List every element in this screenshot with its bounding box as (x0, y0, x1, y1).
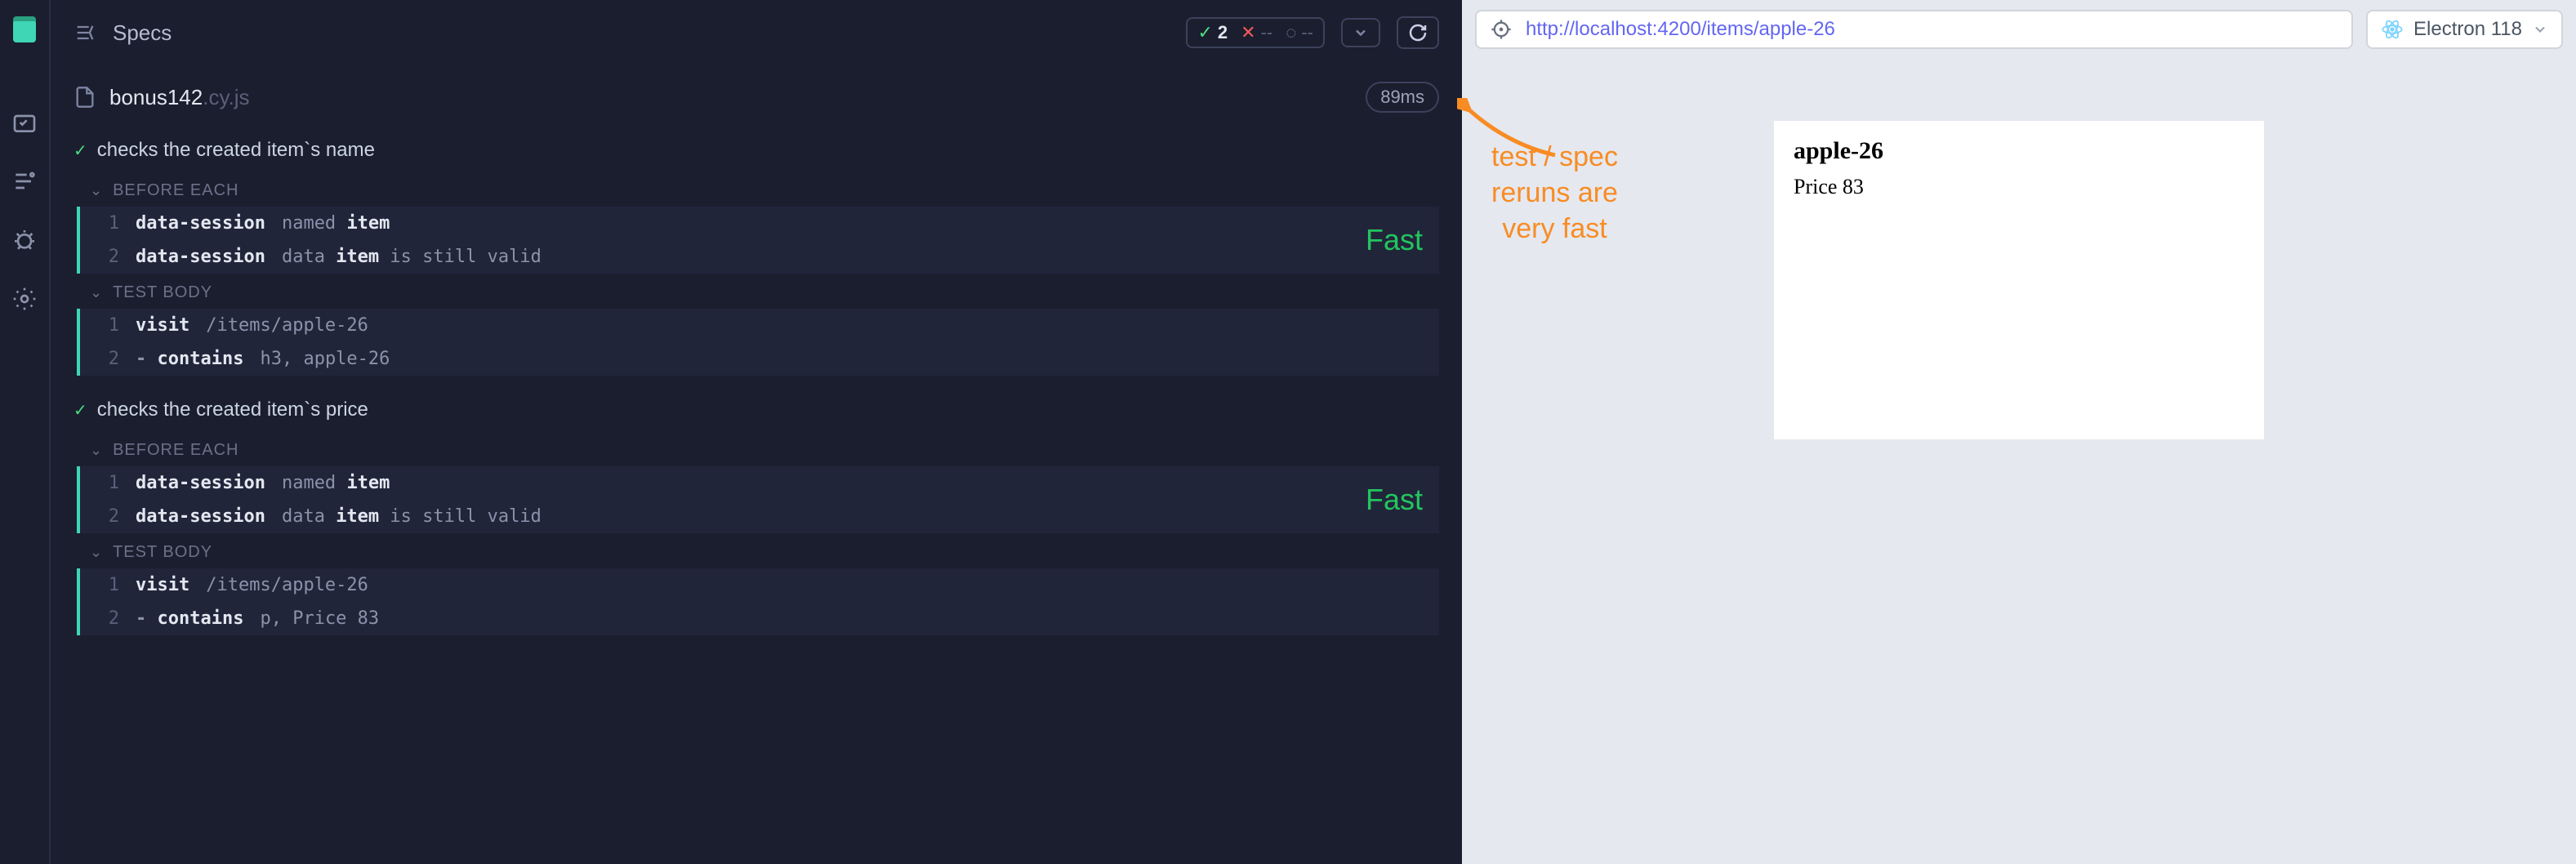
cmd-number: 2 (96, 608, 119, 629)
test-body-commands: 1 visit /items/apple-26 2 - contains h3,… (77, 309, 1439, 376)
cmd-number: 2 (96, 349, 119, 369)
nav-settings-icon[interactable] (10, 284, 39, 314)
expand-menu-button[interactable] (1341, 18, 1380, 47)
app-under-test-frame[interactable]: apple-26 Price 83 (1774, 121, 2264, 439)
command-row[interactable]: 1 visit /items/apple-26 (80, 568, 1439, 602)
test-title: checks the created item`s price (97, 399, 368, 421)
cmd-number: 1 (96, 575, 119, 595)
nav-debug-icon[interactable] (10, 225, 39, 255)
spec-file-row[interactable]: bonus142.cy.js 89ms (51, 65, 1462, 129)
url-bar[interactable]: http://localhost:4200/items/apple-26 (1475, 10, 2353, 49)
chevron-down-icon: ⌄ (90, 284, 103, 301)
chevron-down-icon: ⌄ (90, 442, 103, 459)
fail-count: -- (1261, 22, 1273, 43)
cmd-name: visit (136, 315, 189, 336)
pending-icon: ◌ (1286, 22, 1296, 43)
file-ext: .cy.js (203, 85, 249, 109)
test-block: ✓ checks the created item`s price ⌄ BEFO… (51, 389, 1462, 635)
cmd-number: 2 (96, 506, 119, 527)
aut-heading: apple-26 (1794, 137, 2244, 165)
command-row[interactable]: 1 data-session named item (80, 207, 1439, 240)
selector-playground-icon[interactable] (1490, 18, 1513, 41)
check-icon: ✓ (1197, 22, 1212, 43)
before-each-label[interactable]: ⌄ BEFORE EACH (74, 431, 1439, 466)
specs-panel: Specs ✓ 2 ✕ -- ◌ -- bonus142.cy.js 89ms (49, 0, 1462, 864)
cmd-arg: h3, apple-26 (260, 349, 390, 369)
before-each-commands: Fast 1 data-session named item 2 data-se… (77, 207, 1439, 274)
cmd-name: visit (136, 575, 189, 595)
cmd-name: data-session (136, 506, 265, 527)
browser-name: Electron 118 (2413, 18, 2522, 41)
command-row[interactable]: 2 data-session data item is still valid (80, 240, 1439, 274)
cmd-number: 2 (96, 247, 119, 267)
aut-price: Price 83 (1794, 175, 2244, 199)
cmd-name: data-session (136, 247, 265, 267)
cmd-number: 1 (96, 213, 119, 234)
cmd-name: data-session (136, 213, 265, 234)
test-title-row[interactable]: ✓ checks the created item`s price (74, 389, 1439, 431)
pass-count: 2 (1218, 22, 1228, 43)
cmd-arg: /items/apple-26 (206, 315, 368, 336)
rerun-button[interactable] (1397, 16, 1439, 49)
chevron-down-icon: ⌄ (90, 182, 103, 199)
test-body-commands: 1 visit /items/apple-26 2 - contains p, … (77, 568, 1439, 635)
test-title: checks the created item`s name (97, 139, 375, 162)
collapse-icon[interactable] (74, 21, 96, 44)
command-row[interactable]: 2 data-session data item is still valid (80, 500, 1439, 533)
chevron-down-icon: ⌄ (90, 544, 103, 561)
run-stats: ✓ 2 ✕ -- ◌ -- (1186, 17, 1325, 48)
file-icon (74, 86, 96, 109)
app-logo[interactable] (10, 16, 39, 46)
cmd-arg: /items/apple-26 (206, 575, 368, 595)
nav-runs-icon[interactable] (10, 167, 39, 196)
fast-annotation: Fast (1366, 483, 1423, 517)
command-row[interactable]: 1 data-session named item (80, 466, 1439, 500)
browser-selector[interactable]: Electron 118 (2366, 10, 2563, 49)
cmd-number: 1 (96, 473, 119, 493)
specs-title: Specs (113, 20, 1170, 46)
nav-specs-icon[interactable] (10, 108, 39, 137)
electron-icon (2381, 18, 2404, 41)
cmd-name: contains (158, 349, 244, 369)
command-row[interactable]: 2 - contains p, Price 83 (80, 602, 1439, 635)
test-body-label[interactable]: ⌄ TEST BODY (74, 274, 1439, 309)
pending-count: -- (1301, 22, 1313, 43)
test-list: ✓ checks the created item`s name ⌄ BEFOR… (51, 129, 1462, 864)
x-icon: ✕ (1241, 22, 1255, 43)
test-block: ✓ checks the created item`s name ⌄ BEFOR… (51, 129, 1462, 376)
check-icon: ✓ (74, 400, 87, 421)
url-text: http://localhost:4200/items/apple-26 (1526, 18, 1835, 41)
spec-time-badge: 89ms (1366, 82, 1439, 113)
cmd-name: data-session (136, 473, 265, 493)
chevron-down-icon (2532, 21, 2548, 38)
cmd-arg: p, Price 83 (260, 608, 379, 629)
before-each-commands: Fast 1 data-session named item 2 data-se… (77, 466, 1439, 533)
cmd-number: 1 (96, 315, 119, 336)
before-each-label[interactable]: ⌄ BEFORE EACH (74, 171, 1439, 207)
test-body-label[interactable]: ⌄ TEST BODY (74, 533, 1439, 568)
file-name: bonus142 (109, 85, 203, 109)
test-title-row[interactable]: ✓ checks the created item`s name (74, 129, 1439, 171)
check-icon: ✓ (74, 140, 87, 161)
annotation-text: test / spec reruns are very fast (1491, 139, 1618, 247)
fast-annotation: Fast (1366, 223, 1423, 257)
nav-iconbar (0, 0, 49, 864)
cmd-name: contains (158, 608, 244, 629)
command-row[interactable]: 1 visit /items/apple-26 (80, 309, 1439, 342)
preview-panel: http://localhost:4200/items/apple-26 Ele… (1462, 0, 2576, 864)
command-row[interactable]: 2 - contains h3, apple-26 (80, 342, 1439, 376)
